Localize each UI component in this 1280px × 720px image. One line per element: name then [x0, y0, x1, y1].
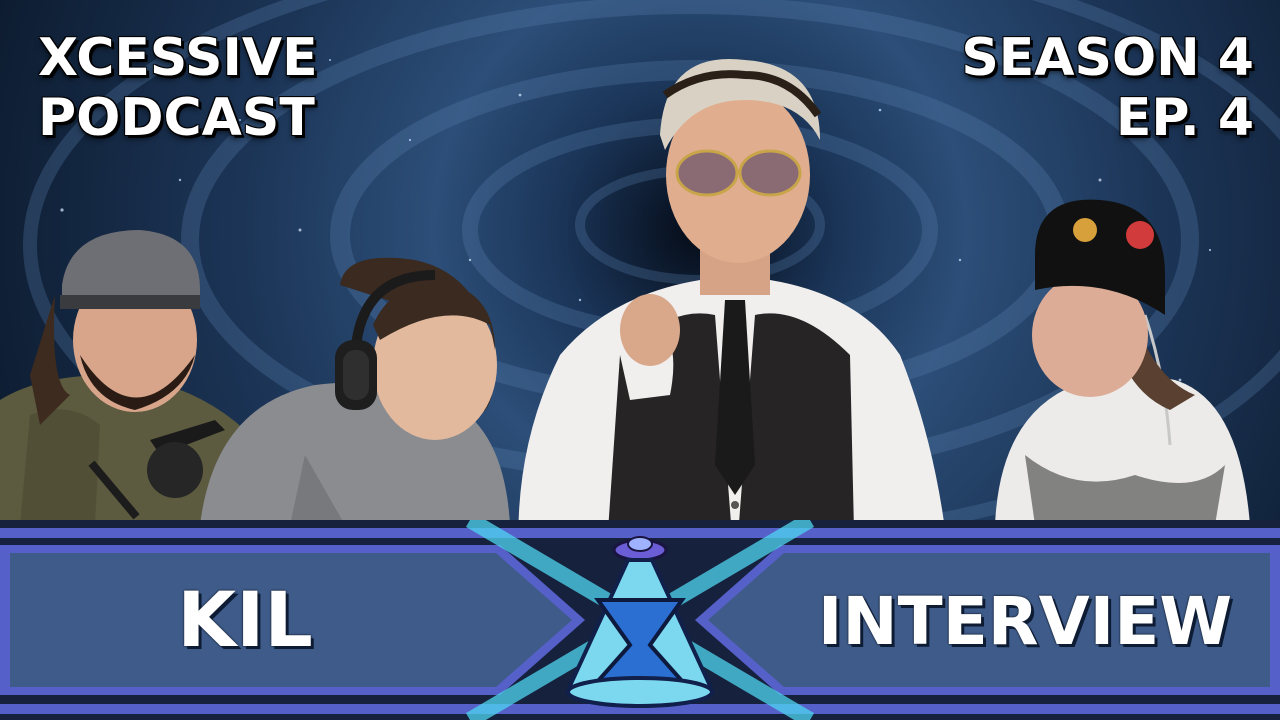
- guest-name: KIL: [177, 575, 313, 664]
- thumbnail: XCESSIVE PODCAST SEASON 4 EP. 4 KIL INTE…: [0, 0, 1280, 720]
- host-center-left-portrait: [200, 257, 510, 525]
- mushroom-patch-icon: [1126, 221, 1154, 249]
- episode-label: EP. 4: [1115, 88, 1254, 148]
- episode-type: INTERVIEW: [817, 583, 1233, 660]
- season-episode: SEASON 4 EP. 4: [961, 28, 1254, 148]
- season-label: SEASON 4: [961, 28, 1254, 88]
- host-right-portrait: [995, 199, 1250, 525]
- show-title: XCESSIVE PODCAST: [38, 28, 318, 148]
- show-title-line2: PODCAST: [38, 88, 315, 148]
- show-title-line1: XCESSIVE: [38, 28, 318, 88]
- guest-portrait: [518, 58, 950, 575]
- pizza-patch-icon: [1073, 218, 1097, 242]
